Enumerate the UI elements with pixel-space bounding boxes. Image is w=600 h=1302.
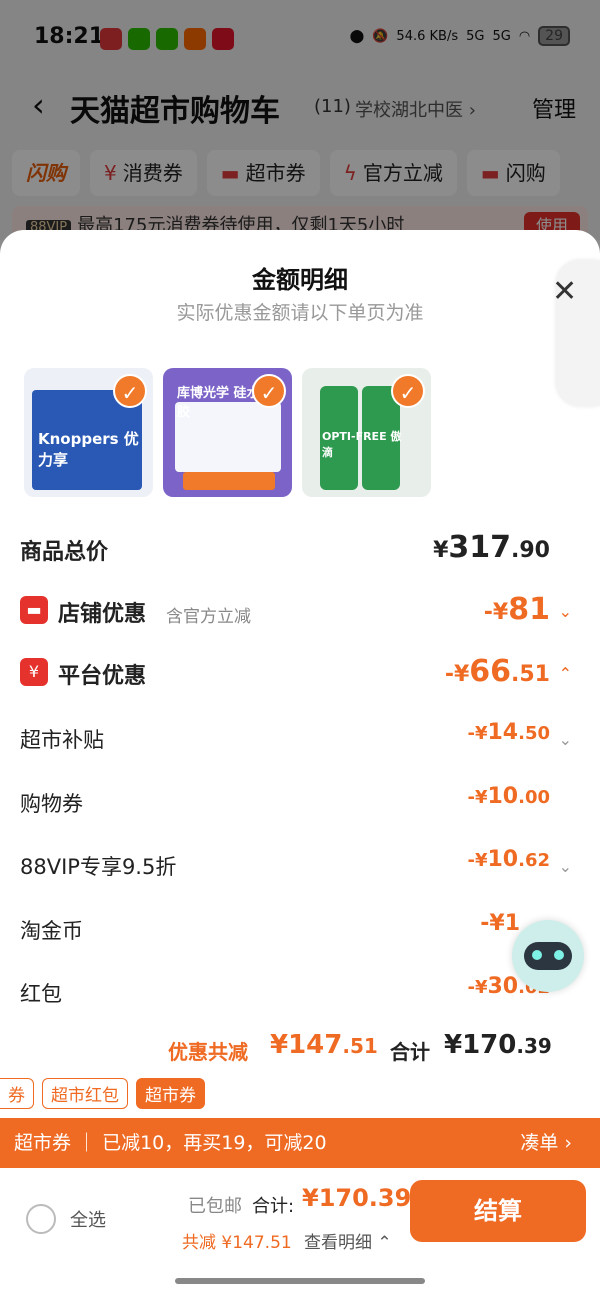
select-all-label[interactable]: 全选 <box>70 1206 106 1232</box>
amount-dec: .51 <box>511 662 550 687</box>
discount-total-value: ¥147.51 <box>270 1030 378 1060</box>
row-label: 88VIP专享9.5折 <box>20 855 177 879</box>
row-shop-discount[interactable]: ▬ 店铺优惠 含官方立减 -¥81 ⌄ <box>20 592 580 632</box>
subsidy-amount: -¥14.50 <box>467 720 550 745</box>
amount-dec: .51 <box>342 1034 378 1058</box>
row-label: 店铺优惠 <box>58 602 147 627</box>
amount-dec: .00 <box>518 787 550 808</box>
amount-dec: .50 <box>518 723 550 744</box>
add-items-link[interactable]: 凑单 › <box>520 1118 572 1168</box>
saved-amount: 共减 ¥147.51 <box>182 1233 292 1253</box>
currency: -¥ <box>467 723 488 744</box>
tag-coupon[interactable]: 券 <box>0 1078 34 1109</box>
amount-detail-sheet: 金额明细 实际优惠金额请以下单页为准 ✕ Knoppers 优力享 ✓ 库博光学… <box>0 230 600 1302</box>
currency: -¥ <box>444 662 470 687</box>
currency: -¥ <box>467 787 488 808</box>
sheet-subtitle: 实际优惠金额请以下单页为准 <box>176 302 424 324</box>
row-note: 含官方立减 <box>166 607 251 627</box>
checkout-bar: 全选 已包邮 合计: ¥170.39 共减 ¥147.51 查看明细 ⌃ 结算 <box>0 1168 600 1302</box>
view-detail-toggle[interactable]: 查看明细 ⌃ <box>304 1228 392 1253</box>
robot-eye <box>532 950 542 960</box>
tag-market-coupon[interactable]: 超市券 <box>136 1078 205 1109</box>
product-thumb-contact-lens[interactable]: 库博光学 硅水凝胶 ✓ <box>163 368 292 497</box>
free-shipping-label: 已包邮 <box>188 1196 242 1217</box>
row-label: 平台优惠 <box>58 664 147 689</box>
currency: ¥ <box>433 538 449 563</box>
amount-int: 14 <box>487 720 519 745</box>
product-name: OPTI-FREE 傲滴 <box>322 430 402 459</box>
overlay-scrim[interactable] <box>0 0 600 240</box>
currency: -¥ <box>467 977 488 998</box>
promo-strip <box>183 472 275 490</box>
chevron-up-icon[interactable]: ⌃ <box>559 664 572 683</box>
home-indicator[interactable] <box>175 1278 425 1284</box>
amount-int: 30 <box>487 974 519 999</box>
chevron-down-icon[interactable]: ⌄ <box>559 602 572 621</box>
product-thumb-knoppers[interactable]: Knoppers 优力享 ✓ <box>24 368 153 497</box>
amount-int: 10 <box>487 847 519 872</box>
amount-dec: .90 <box>511 538 550 563</box>
sheet-title: 金额明细 <box>252 266 348 294</box>
discount-summary: 优惠共减 ¥147.51 合计 ¥170.39 <box>0 1030 600 1070</box>
chevron-down-icon[interactable]: ⌄ <box>559 857 572 876</box>
discount-total-label: 优惠共减 <box>168 1040 248 1064</box>
row-vip-discount[interactable]: 88VIP专享9.5折 -¥10.62 ⌄ <box>20 847 580 887</box>
row-label: 淘金币 <box>20 919 83 943</box>
row-platform-discount[interactable]: ¥ 平台优惠 -¥66.51 ⌃ <box>20 654 580 694</box>
amount-int: 10 <box>487 784 519 809</box>
row-label: 购物券 <box>20 792 83 816</box>
robot-eye <box>554 950 564 960</box>
coupon-progress-bar[interactable]: 超市券 ｜ 已减10，再买19，可减20 凑单 › <box>0 1118 600 1168</box>
amount-int: ¥147 <box>270 1030 343 1060</box>
coupon-tags: 券 超市红包 超市券 <box>0 1078 205 1109</box>
platform-coupon-icon: ¥ <box>20 658 48 686</box>
currency: -¥ <box>467 850 488 871</box>
check-icon[interactable]: ✓ <box>252 374 286 408</box>
product-name: Knoppers 优力享 <box>38 430 139 469</box>
amount-partial: -¥1 <box>480 911 520 936</box>
robot-icon <box>524 942 572 970</box>
coin-amount: -¥1 <box>480 911 520 936</box>
tag-market-red-packet[interactable]: 超市红包 <box>42 1078 128 1109</box>
row-market-subsidy[interactable]: 超市补贴 -¥14.50 ⌄ <box>20 720 580 760</box>
total-value: ¥170.39 <box>302 1184 412 1212</box>
sum-total-label: 合计 <box>390 1040 430 1064</box>
check-icon[interactable]: ✓ <box>391 374 425 408</box>
select-all-checkbox[interactable] <box>26 1204 56 1234</box>
close-icon[interactable]: ✕ <box>552 277 577 307</box>
assistant-robot-button[interactable] <box>512 920 584 992</box>
coupon-amount: -¥10.00 <box>467 784 550 809</box>
amount-dec: .62 <box>518 850 550 871</box>
amount-int: 317 <box>448 530 512 565</box>
checkout-button[interactable]: 结算 <box>410 1180 586 1242</box>
chevron-down-icon[interactable]: ⌄ <box>559 730 572 749</box>
row-label: 红包 <box>20 982 62 1006</box>
product-thumb-opti-free[interactable]: OPTI-FREE 傲滴 ✓ <box>302 368 431 497</box>
vip-amount: -¥10.62 <box>467 847 550 872</box>
shop-discount-amount: -¥81 <box>484 592 550 627</box>
row-label: 超市补贴 <box>20 728 104 752</box>
product-thumbnails: Knoppers 优力享 ✓ 库博光学 硅水凝胶 ✓ OPTI-FREE 傲滴 … <box>24 368 431 497</box>
coupon-progress-text: 超市券 ｜ 已减10，再买19，可减20 <box>14 1132 327 1154</box>
platform-discount-amount: -¥66.51 <box>445 654 550 689</box>
currency: -¥ <box>483 600 509 625</box>
sum-total-value: ¥170.39 <box>444 1030 552 1060</box>
row-goods-total: 商品总价 ¥317.90 <box>20 530 580 570</box>
shop-icon: ▬ <box>20 596 48 624</box>
amount-dec: .39 <box>516 1034 552 1058</box>
row-red-packet: 红包 -¥30.02 <box>20 974 580 1014</box>
amount-int: ¥170 <box>444 1030 517 1060</box>
amount-int: 66 <box>469 654 512 689</box>
goods-total-amount: ¥317.90 <box>433 530 550 565</box>
amount-int: 81 <box>508 592 550 627</box>
check-icon[interactable]: ✓ <box>113 374 147 408</box>
row-shopping-coupon: 购物券 -¥10.00 <box>20 784 580 824</box>
row-label: 商品总价 <box>20 540 109 565</box>
row-taobao-coin: 淘金币 -¥1 <box>20 911 580 951</box>
total-label: 合计: <box>252 1196 295 1217</box>
